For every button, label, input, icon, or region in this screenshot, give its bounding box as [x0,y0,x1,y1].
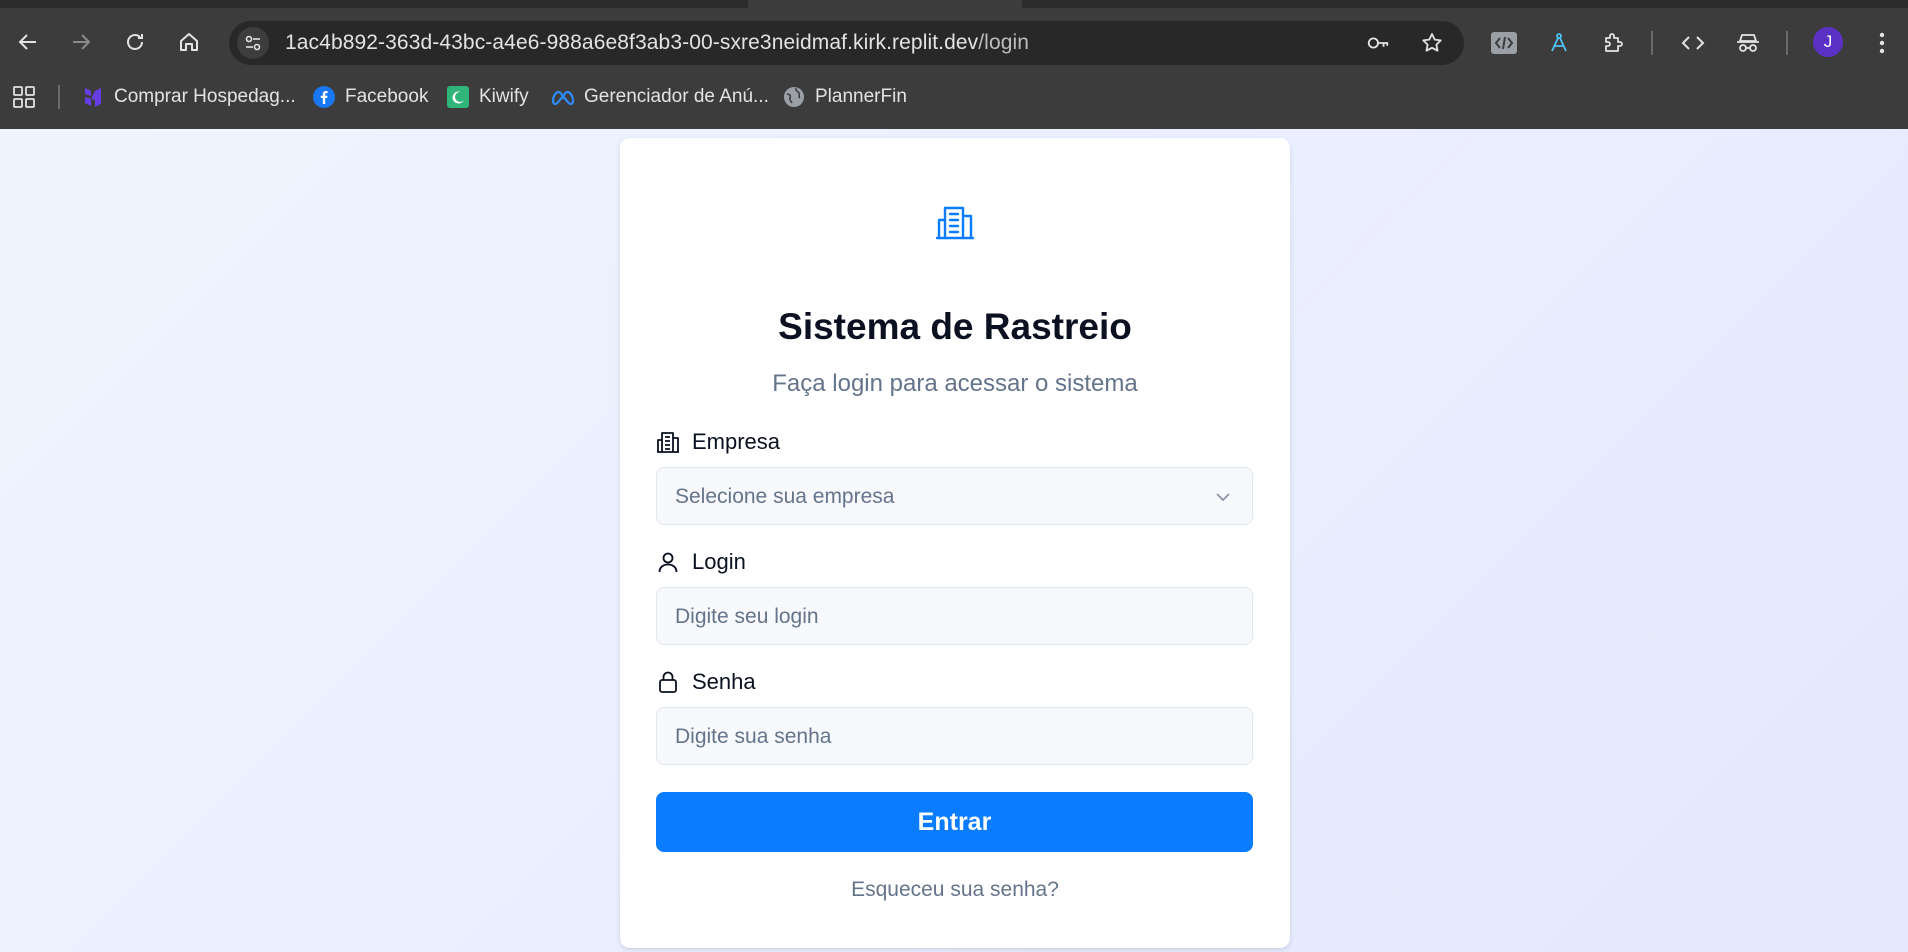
bookmark-label: PlannerFin [815,86,907,107]
key-icon [1367,37,1389,49]
star-icon [1422,33,1442,52]
compass-tool-icon [1551,33,1567,52]
forward-button[interactable] [65,26,97,58]
login-submit-button[interactable]: Entrar [656,792,1253,852]
password-input-placeholder: Digite sua senha [675,725,832,748]
bookmark-hostinger[interactable]: Comprar Hospedag... [81,78,296,116]
login-label: Login [656,547,746,577]
browser-chrome: 1ac4b892-363d-43bc-a4e6-988a6e8f3ab3-00-… [0,0,1908,129]
bookmarks-separator [58,85,60,109]
tune-icon [245,35,261,51]
browser-toolbar: 1ac4b892-363d-43bc-a4e6-988a6e8f3ab3-00-… [0,18,1908,66]
browser-menu-button[interactable] [1867,28,1897,58]
company-label: Empresa [656,427,780,457]
bookmark-plannerfin[interactable]: PlannerFin [782,78,907,116]
extension-devtools-button[interactable] [1489,28,1519,58]
page-title: Sistema de Rastreio [778,306,1132,347]
company-select-placeholder: Selecione sua empresa [675,485,895,508]
lock-icon [656,670,680,694]
tab-strip-left [0,0,748,8]
home-button[interactable] [173,26,205,58]
code-icon [1681,36,1705,50]
company-label-text: Empresa [692,429,781,454]
bookmark-facebook[interactable]: Facebook [312,78,428,116]
back-button[interactable] [12,26,44,58]
incognito-icon [1737,34,1759,52]
puzzle-icon [1605,33,1623,52]
bookmarks-bar: Comprar Hospedag... Facebook Kiwify Gere… [0,78,1908,116]
login-input-placeholder: Digite seu login [675,605,819,628]
page-background: Sistema de Rastreio Faça login para aces… [0,129,1908,952]
meta-icon [551,85,575,109]
apps-grid-icon [13,86,35,108]
password-input[interactable]: Digite sua senha [656,707,1253,765]
apps-grid-button[interactable] [12,85,36,109]
extensions-button[interactable] [1598,28,1628,58]
reload-icon [127,34,143,50]
page-subtitle: Faça login para acessar o sistema [772,370,1138,397]
bookmark-star-button[interactable] [1420,31,1444,55]
extension-compass-button[interactable] [1544,28,1574,58]
kiwify-icon [446,85,470,109]
login-card: Sistema de Rastreio Faça login para aces… [620,138,1290,948]
chevron-down-icon [1216,493,1230,502]
user-icon [656,550,680,574]
login-label-text: Login [692,549,746,574]
url-path: /login [978,31,1030,54]
facebook-icon [312,85,336,109]
arrow-left-icon [18,34,36,50]
building-icon [656,430,680,454]
hostinger-icon [81,85,105,109]
profile-avatar[interactable]: J [1813,27,1843,57]
company-select[interactable]: Selecione sua empresa [656,467,1253,525]
toolbar-separator [1651,31,1653,55]
view-source-button[interactable] [1678,28,1708,58]
toolbar-separator [1786,31,1788,55]
bookmark-label: Facebook [345,86,429,107]
password-label: Senha [656,667,756,697]
globe-icon [782,85,806,109]
bookmark-kiwify[interactable]: Kiwify [446,78,529,116]
password-key-button[interactable] [1366,31,1390,55]
bookmark-label: Gerenciador de Anú... [584,86,769,107]
building-icon [935,206,975,240]
url-text[interactable]: 1ac4b892-363d-43bc-a4e6-988a6e8f3ab3-00-… [285,21,1029,65]
address-bar[interactable]: 1ac4b892-363d-43bc-a4e6-988a6e8f3ab3-00-… [229,21,1464,65]
bookmark-meta-ads[interactable]: Gerenciador de Anú... [551,78,769,116]
forgot-password-link[interactable]: Esqueceu sua senha? [620,878,1290,902]
url-host: 1ac4b892-363d-43bc-a4e6-988a6e8f3ab3-00-… [285,31,979,54]
reload-button[interactable] [119,26,151,58]
tab-strip-right [1022,0,1908,8]
site-info-button[interactable] [237,27,269,59]
code-square-icon [1491,32,1517,54]
bookmark-label: Kiwify [479,86,529,107]
password-label-text: Senha [692,669,756,694]
bookmark-label: Comprar Hospedag... [114,86,296,107]
login-input[interactable]: Digite seu login [656,587,1253,645]
kebab-menu-icon [1879,32,1885,54]
incognito-button[interactable] [1733,28,1763,58]
home-icon [180,33,198,51]
arrow-right-icon [73,34,91,50]
